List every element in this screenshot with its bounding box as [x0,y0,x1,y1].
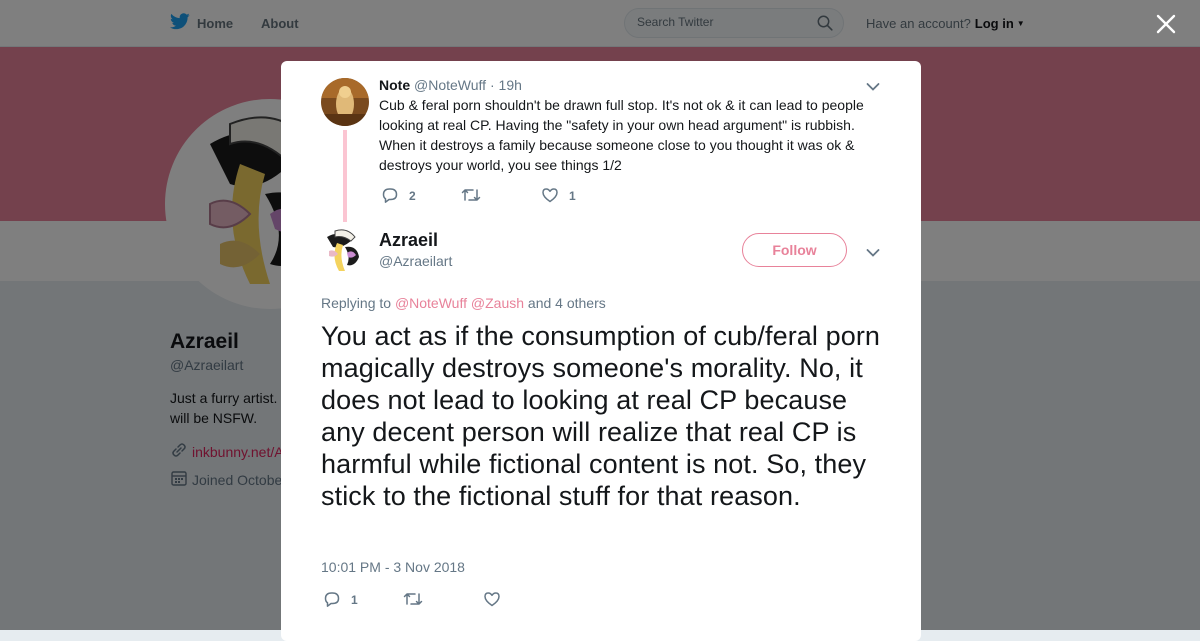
thread-connector [343,130,347,222]
retweet-button[interactable] [403,589,433,611]
chevron-down-icon[interactable] [866,245,880,263]
context-tweet-avatar[interactable] [321,78,369,126]
context-tweet-name[interactable]: Note [379,77,410,93]
retweet-icon [461,186,491,207]
heart-icon [541,186,569,207]
context-tweet-separator: · [489,77,495,93]
context-tweet-header: Note @NoteWuff · 19h [379,77,522,93]
context-tweet-time[interactable]: 19h [499,77,522,93]
context-tweet-actions: 2 1 [381,185,681,207]
close-icon[interactable] [1152,10,1180,38]
main-tweet-text: You act as if the consumption of cub/fer… [321,321,881,511]
heart-icon [483,590,511,611]
replying-to: Replying to @NoteWuff @Zaush and 4 other… [321,295,606,311]
tweet-modal: Note @NoteWuff · 19h Cub & feral porn sh… [281,61,921,641]
main-tweet-timestamp[interactable]: 10:01 PM - 3 Nov 2018 [321,559,465,575]
reply-count: 2 [409,189,416,203]
reply-count: 1 [351,593,358,607]
replying-prefix: Replying to [321,295,392,311]
main-tweet-avatar[interactable] [321,227,369,275]
mention-link[interactable]: @NoteWuff [395,295,467,311]
context-tweet-text: Cub & feral porn shouldn't be drawn full… [379,97,864,173]
replying-others[interactable]: and 4 others [528,295,606,311]
reply-button[interactable]: 2 [381,185,416,207]
reply-button[interactable]: 1 [323,589,358,611]
like-count: 1 [569,189,576,203]
like-button[interactable] [483,589,511,611]
like-button[interactable]: 1 [541,185,576,207]
reply-icon [381,186,409,207]
main-tweet-actions: 1 [323,589,623,611]
reply-icon [323,590,351,611]
retweet-icon [403,590,433,611]
mention-link[interactable]: @Zaush [471,295,524,311]
main-tweet-name[interactable]: Azraeil [379,230,438,251]
main-tweet-handle[interactable]: @Azraeilart [379,253,452,269]
retweet-button[interactable] [461,185,491,207]
follow-button[interactable]: Follow [742,233,847,267]
context-tweet-handle[interactable]: @NoteWuff [414,77,486,93]
